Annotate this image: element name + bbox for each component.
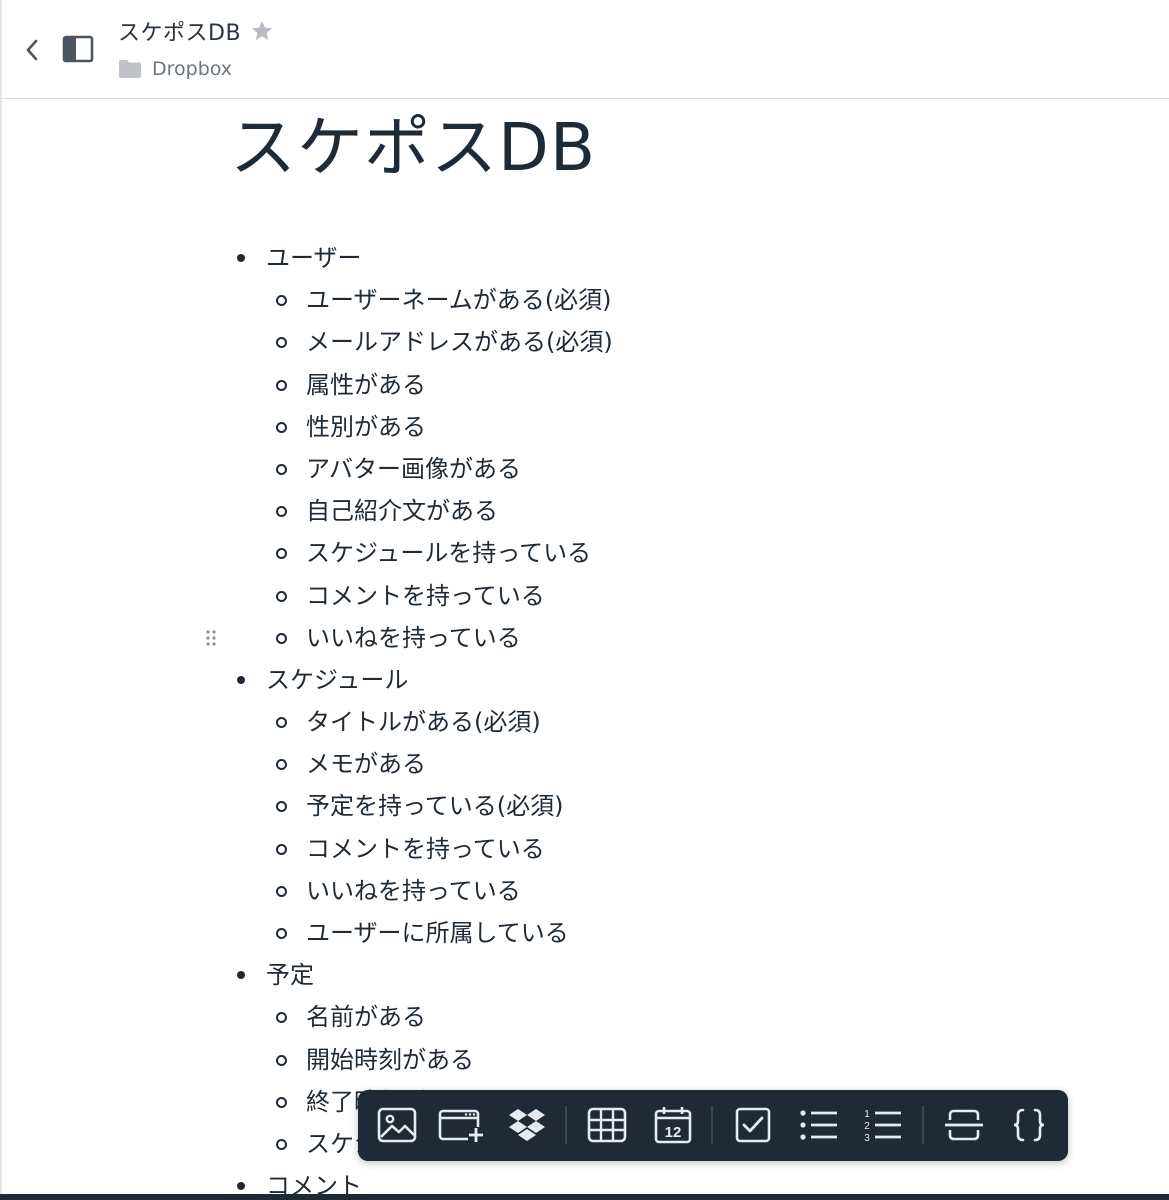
bullet-circle <box>276 885 287 897</box>
checkbox-icon <box>735 1107 771 1143</box>
back-button[interactable] <box>18 34 46 66</box>
bullet-disc <box>237 675 245 684</box>
list-item-text[interactable]: ユーザーに所属している <box>306 912 569 954</box>
svg-text:2: 2 <box>864 1121 870 1132</box>
list-item-text[interactable]: スケジュールを持っている <box>306 532 591 574</box>
toolbar-separator <box>711 1106 713 1144</box>
list-item-text[interactable]: いいねを持っている <box>306 617 521 659</box>
list-item-text[interactable]: ユーザーネームがある(必須) <box>306 279 612 321</box>
list-item-text[interactable]: 開始時刻がある <box>306 1039 474 1081</box>
bullet-disc <box>237 1182 245 1191</box>
dropbox-icon <box>509 1109 545 1141</box>
list-item-text[interactable]: 性別がある <box>306 406 426 448</box>
list-item-text[interactable]: メモがある <box>306 743 426 785</box>
bullet-circle <box>276 506 287 518</box>
chevron-left-icon <box>26 39 38 61</box>
insert-table-button[interactable] <box>582 1100 632 1150</box>
bullet-circle <box>276 421 287 433</box>
title-row: スケポスDB <box>118 14 275 48</box>
insert-toolbar: 12 1 2 3 <box>358 1090 1068 1161</box>
document-title[interactable]: スケポスDB <box>118 15 241 47</box>
bullet-circle <box>276 590 287 602</box>
embed-add-icon <box>438 1109 484 1143</box>
bullet-circle <box>276 632 287 644</box>
star-icon <box>252 21 273 40</box>
list-item-text[interactable]: 名前がある <box>306 996 426 1038</box>
bullet-disc <box>237 971 245 980</box>
insert-bulleted-list-button[interactable] <box>794 1100 844 1150</box>
insert-image-button[interactable] <box>372 1100 422 1150</box>
document-page: スケポスDB Dropbox スケポスDB ユーザー ユーザーネームがある(必須… <box>0 0 1169 1200</box>
calendar-date-icon: 12 <box>654 1107 692 1144</box>
folder-icon <box>119 60 141 78</box>
bullet-circle <box>276 1012 287 1024</box>
bullet-disc <box>237 254 245 262</box>
table-icon <box>587 1107 627 1143</box>
svg-text:1: 1 <box>864 1109 870 1120</box>
calendar-day-number: 12 <box>665 1124 682 1141</box>
bullet-circle <box>276 1096 287 1108</box>
numbered-list-icon: 1 2 3 <box>864 1109 901 1143</box>
list-item-text[interactable]: 自己紹介文がある <box>306 490 498 532</box>
bulleted-list-icon <box>800 1110 837 1140</box>
image-icon <box>377 1107 417 1143</box>
document-heading[interactable]: スケポスDB <box>230 108 1130 188</box>
bullet-circle <box>276 801 287 813</box>
list-item-text[interactable]: タイトルがある(必須) <box>306 701 541 743</box>
bullet-circle <box>276 379 287 391</box>
bullet-circle <box>276 337 287 349</box>
insert-divider-button[interactable] <box>939 1100 989 1150</box>
svg-text:3: 3 <box>864 1133 870 1143</box>
drag-handle-icon[interactable] <box>204 629 218 647</box>
list-item-text[interactable]: コメントを持っている <box>306 828 545 870</box>
list-item-text[interactable]: 予定を持っている(必須) <box>306 785 564 827</box>
insert-code-block-button[interactable] <box>1004 1100 1054 1150</box>
list-item-text[interactable]: コメントを持っている <box>306 575 545 617</box>
insert-checklist-button[interactable] <box>728 1100 778 1150</box>
bullet-circle <box>276 1054 287 1066</box>
list-item-text[interactable]: アバター画像がある <box>306 448 521 490</box>
window-edge <box>0 0 2 1200</box>
list-item-text[interactable]: スケジュール <box>266 659 408 701</box>
toolbar-separator <box>922 1106 924 1144</box>
sidebar-toggle-button[interactable] <box>60 32 96 66</box>
document-header: スケポスDB Dropbox <box>0 0 1169 99</box>
insert-dropbox-button[interactable] <box>502 1100 552 1150</box>
list-item-text[interactable]: いいねを持っている <box>306 870 521 912</box>
list-item-text[interactable]: 予定 <box>266 954 314 996</box>
toolbar-separator <box>565 1106 567 1144</box>
list-item-text[interactable]: ユーザー <box>266 237 362 279</box>
bullet-circle <box>276 295 287 307</box>
list-item-text[interactable]: 属性がある <box>306 364 426 406</box>
insert-date-button[interactable]: 12 <box>648 1100 698 1150</box>
sidebar-toggle-icon <box>62 35 94 63</box>
window-bottom-edge <box>0 1194 1169 1200</box>
bullet-circle <box>276 463 287 475</box>
insert-numbered-list-button[interactable]: 1 2 3 <box>858 1100 908 1150</box>
insert-embed-button[interactable] <box>437 1100 487 1150</box>
bullet-circle <box>276 928 287 939</box>
code-block-icon <box>1013 1108 1045 1142</box>
bullet-circle <box>276 717 287 729</box>
favorite-button[interactable] <box>249 18 275 44</box>
folder-name: Dropbox <box>152 58 233 80</box>
bullet-circle <box>276 1138 287 1150</box>
bullet-circle <box>276 759 287 771</box>
bullet-circle <box>276 548 287 560</box>
list-item-text[interactable]: メールアドレスがある(必須) <box>306 321 613 363</box>
bullet-circle <box>276 843 287 855</box>
divider-icon <box>945 1109 983 1141</box>
document-body[interactable]: スケポスDB ユーザー ユーザーネームがある(必須) メールアドレスがある(必須… <box>206 108 1130 1200</box>
folder-breadcrumb[interactable]: Dropbox <box>118 55 232 83</box>
